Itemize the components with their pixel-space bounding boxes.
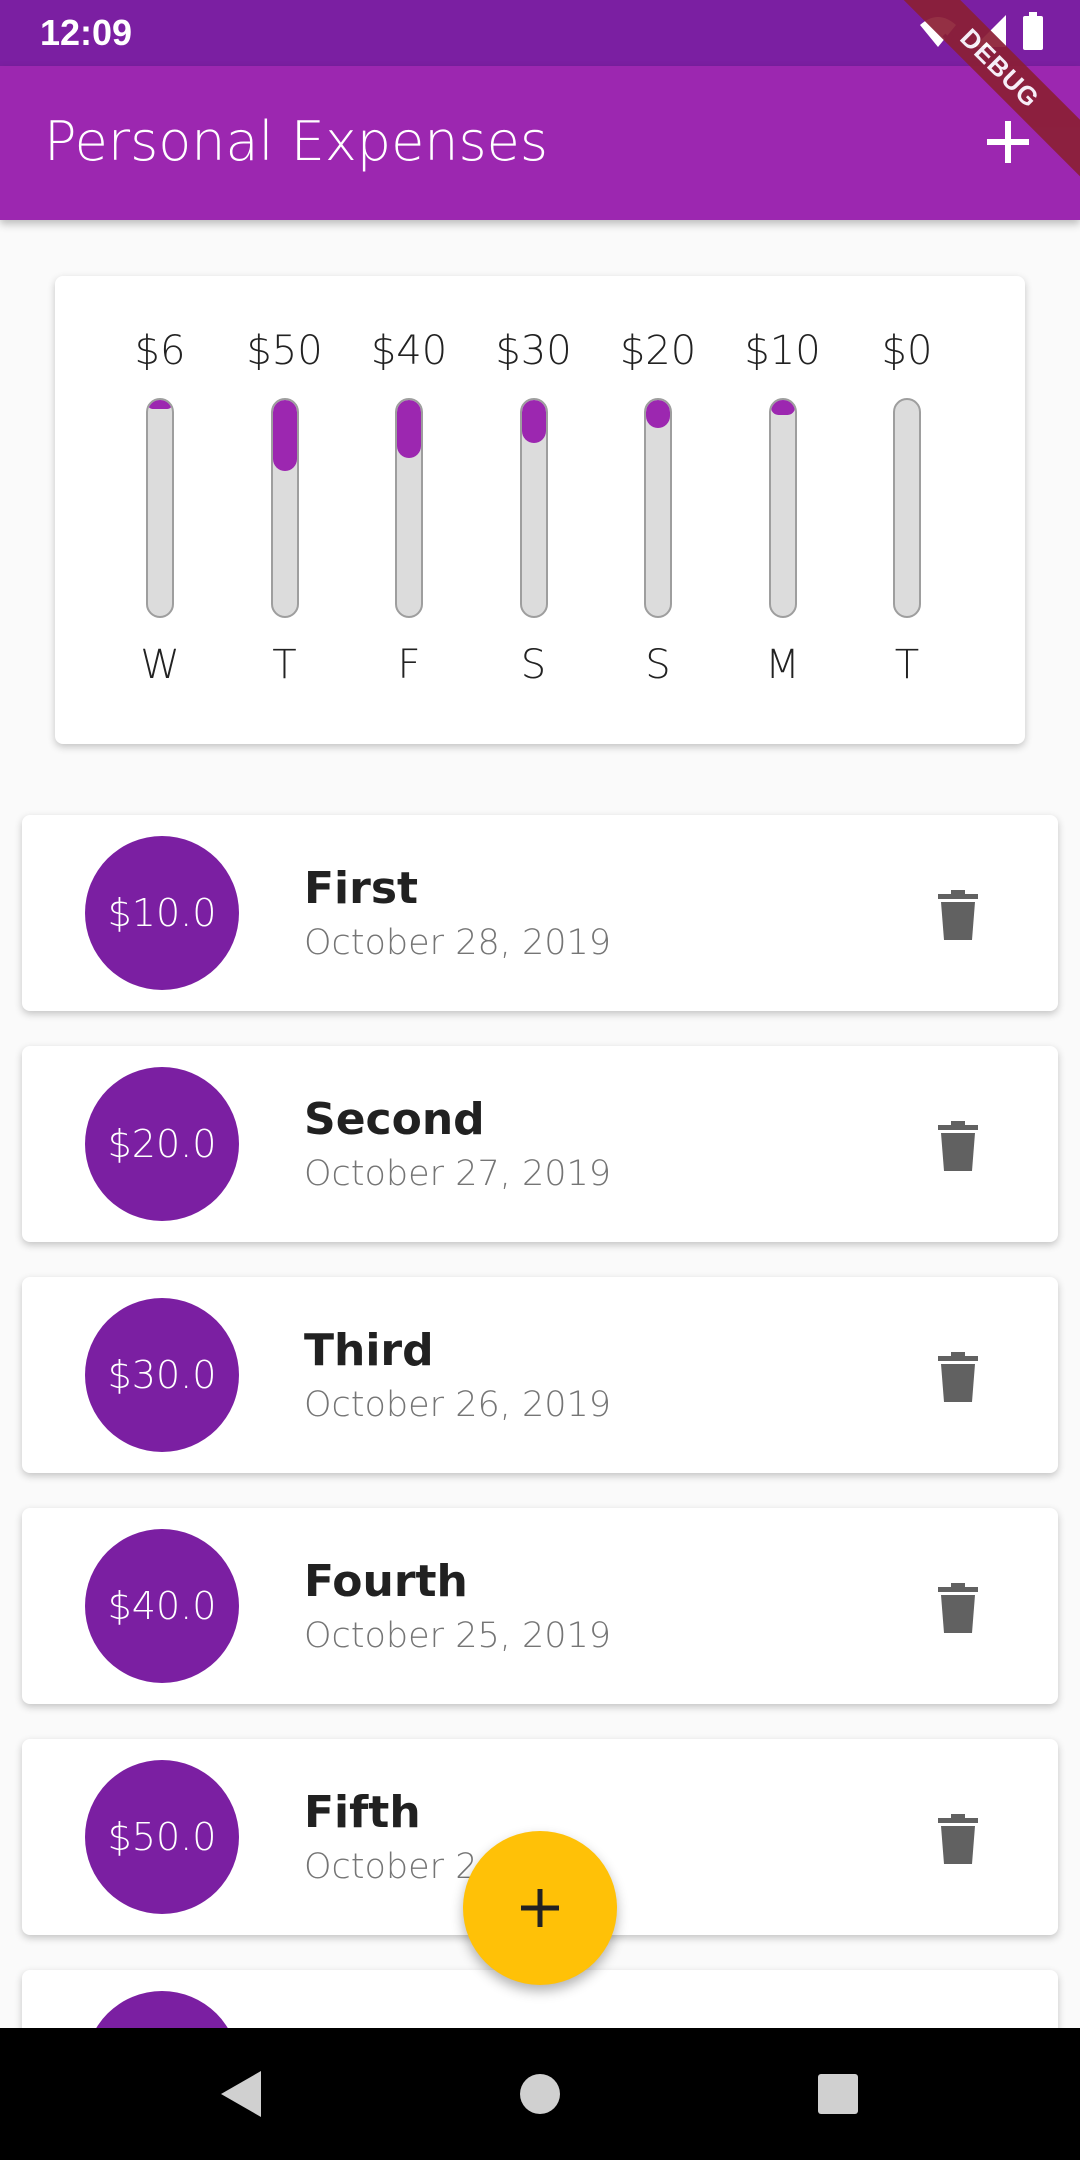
back-icon xyxy=(221,2071,261,2117)
transaction-date: October 26, 2019 xyxy=(304,1385,612,1425)
transaction-title: Fourth xyxy=(304,1556,468,1607)
bar-fill xyxy=(148,400,172,409)
bar-fill xyxy=(272,400,297,472)
bar-track xyxy=(768,398,797,618)
bar-track xyxy=(395,398,423,618)
page-title: Personal Expenses xyxy=(44,110,549,173)
delete-button[interactable] xyxy=(928,1809,988,1869)
bar-fill xyxy=(646,400,670,429)
amount-badge: $40.0 xyxy=(85,1529,239,1683)
transaction-title: Third xyxy=(304,1325,434,1376)
home-button[interactable] xyxy=(508,2062,572,2126)
back-button[interactable] xyxy=(208,2062,272,2126)
home-icon xyxy=(520,2074,560,2114)
bar-amount-label: $6 xyxy=(134,328,186,374)
recents-button[interactable] xyxy=(806,2062,870,2126)
recents-icon xyxy=(818,2074,858,2114)
chart-bar-column: $6 W xyxy=(100,276,220,744)
transaction-title: First xyxy=(304,863,419,914)
delete-button[interactable] xyxy=(928,885,988,945)
chart-bar-column: $50 T xyxy=(225,276,345,744)
transaction-date: October 28, 2019 xyxy=(304,923,612,963)
chart-bar-column: $30 S xyxy=(474,276,594,744)
weekly-chart: $6 W $50 T $40 F $30 S $20 S $10 M $0 T xyxy=(55,276,1025,744)
bar-amount-label: $40 xyxy=(370,328,448,374)
bar-amount-label: $0 xyxy=(881,328,933,374)
transaction-date: October 2 xyxy=(304,1847,478,1887)
status-time: 12:09 xyxy=(40,12,133,53)
transaction-item: $30.0 Third October 26, 2019 xyxy=(22,1277,1058,1473)
bar-track xyxy=(644,398,672,618)
amount-badge: $50.0 xyxy=(85,1760,239,1914)
bar-day-label: M xyxy=(765,642,800,688)
battery-icon xyxy=(1022,12,1044,55)
bar-day-label: W xyxy=(140,642,180,688)
bar-track xyxy=(893,398,921,618)
bar-track xyxy=(519,398,548,618)
app-bar: Personal Expenses xyxy=(0,66,1080,220)
delete-button[interactable] xyxy=(928,1347,988,1407)
bar-track xyxy=(270,398,299,618)
trash-icon xyxy=(938,890,978,940)
bar-amount-label: $30 xyxy=(495,328,572,374)
bar-amount-label: $20 xyxy=(619,328,697,374)
bar-day-label: S xyxy=(645,642,671,688)
add-fab-button[interactable] xyxy=(463,1831,617,1985)
chart-bar-column: $10 M xyxy=(723,276,843,744)
bar-fill xyxy=(397,400,421,459)
bar-fill xyxy=(770,400,795,416)
chart-bar-column: $20 S xyxy=(598,276,718,744)
amount-badge: $10.0 xyxy=(85,836,239,990)
add-icon xyxy=(521,1889,559,1927)
transaction-item: $20.0 Second October 27, 2019 xyxy=(22,1046,1058,1242)
bar-amount-label: $50 xyxy=(246,328,323,374)
bar-track xyxy=(146,398,174,618)
amount-badge: $20.0 xyxy=(85,1067,239,1221)
trash-icon xyxy=(938,1352,978,1402)
system-nav-bar xyxy=(0,2028,1080,2160)
bar-day-label: T xyxy=(272,642,297,688)
delete-button[interactable] xyxy=(928,1578,988,1638)
trash-icon xyxy=(938,1121,978,1171)
bar-fill xyxy=(521,400,546,444)
amount-badge: $30.0 xyxy=(85,1298,239,1452)
delete-button[interactable] xyxy=(928,1116,988,1176)
bar-day-label: S xyxy=(520,642,547,688)
transaction-item: $40.0 Fourth October 25, 2019 xyxy=(22,1508,1058,1704)
transaction-date: October 27, 2019 xyxy=(304,1154,612,1194)
bar-amount-label: $10 xyxy=(744,328,821,374)
chart-bar-column: $40 F xyxy=(349,276,469,744)
add-icon xyxy=(987,121,1029,163)
transaction-date: October 25, 2019 xyxy=(304,1616,612,1656)
transaction-title: Second xyxy=(304,1094,485,1145)
transaction-title: Fifth xyxy=(304,1787,421,1838)
transaction-item: $10.0 First October 28, 2019 xyxy=(22,815,1058,1011)
bar-day-label: F xyxy=(397,642,421,688)
trash-icon xyxy=(938,1814,978,1864)
trash-icon xyxy=(938,1583,978,1633)
bar-day-label: T xyxy=(894,642,920,688)
chart-bar-column: $0 T xyxy=(847,276,967,744)
